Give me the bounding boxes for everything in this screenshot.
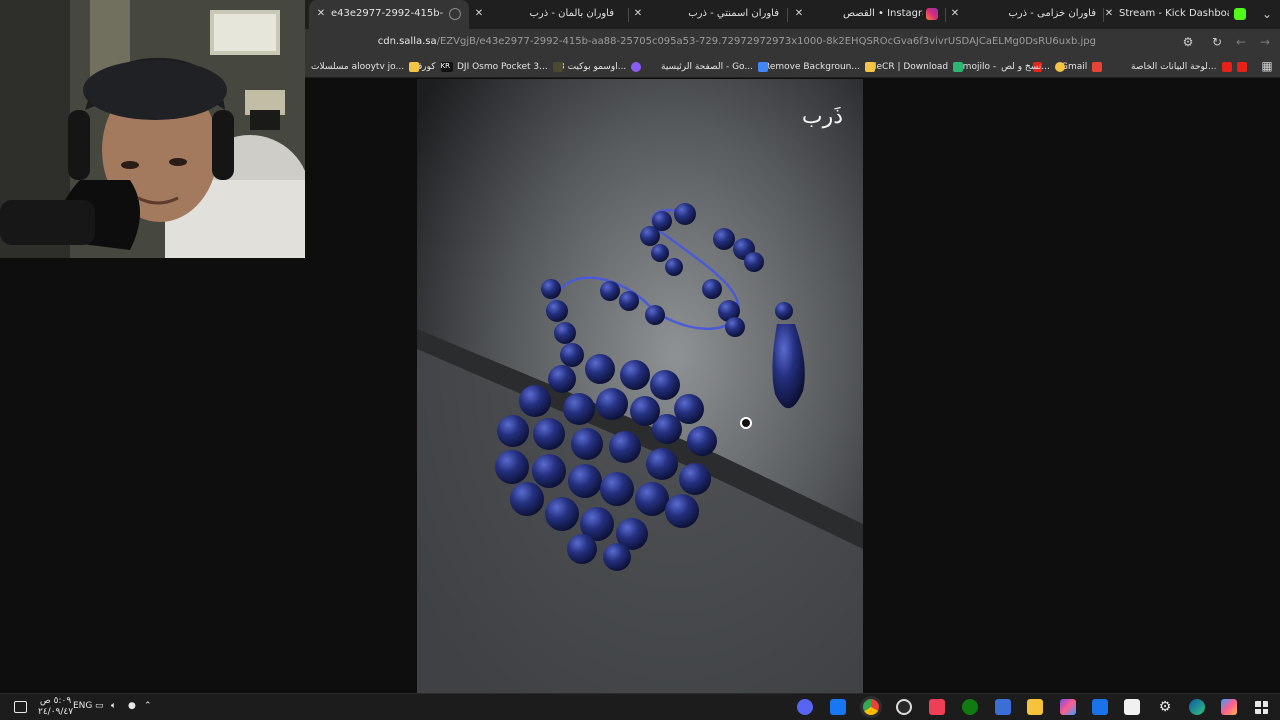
tab-image-active[interactable]: ✕ e43e2977-2992-415b-aa88-25705c095a53-7…: [309, 0, 469, 29]
instagram-icon: [926, 8, 938, 20]
bookmark-gmail[interactable]: Gmail: [1061, 60, 1103, 73]
address-bar[interactable]: cdn.salla.sa/EZVgjB/e43e2977-2992-415b-a…: [305, 29, 1202, 55]
bookmark-dashboard[interactable]: لوحة البيانات الخاصة...: [1131, 60, 1232, 73]
apps-grid-icon[interactable]: ▦: [1259, 58, 1275, 74]
zoom-in-cursor-icon: [740, 417, 752, 429]
tab-title: Stream - Kick Dashboard: [1119, 8, 1229, 19]
tab-balman[interactable]: ✕ فاوران بالمان - ذرب: [469, 0, 627, 29]
bookmark-emojilo[interactable]: Emojilo - نسخ و لص...: [957, 60, 1065, 73]
chevron-up-icon[interactable]: ⌃: [144, 701, 152, 711]
bookmark-label: FileCR | Download: [867, 61, 949, 72]
settings-icon[interactable]: ⚙: [1157, 699, 1173, 715]
tab-kick[interactable]: ✕ Stream - Kick Dashboard: [1103, 0, 1248, 29]
bookmark-removebg[interactable]: Remove Backgroun...: [764, 60, 875, 73]
pocket-icon[interactable]: [929, 699, 945, 715]
clock[interactable]: ٥:٠٩ ص ٢٤/٠٩/٤٧: [38, 696, 73, 718]
copilot-icon[interactable]: [1221, 699, 1237, 715]
toolbar: cdn.salla.sa/EZVgjB/e43e2977-2992-415b-a…: [305, 29, 1280, 55]
kr-icon: KR: [440, 61, 453, 72]
removebg-icon: [864, 61, 875, 72]
reload-icon[interactable]: ↻: [1209, 34, 1225, 50]
tab-title: فاوران خزامى - ذرب: [1008, 8, 1096, 19]
bookmark-label: Gmail: [1061, 61, 1088, 72]
close-icon[interactable]: ✕: [632, 7, 644, 21]
volume-icon[interactable]: 🔈︎: [111, 701, 116, 711]
loading-icon: [449, 8, 461, 20]
webcam-overlay: [0, 0, 305, 258]
screen: ✕ e43e2977-2992-415b-aa88-25705c095a53-7…: [0, 0, 1280, 720]
close-icon[interactable]: ✕: [315, 7, 327, 21]
time-text: ٥:٠٩ ص: [39, 696, 72, 706]
bookmark-label: DJI Osmo Pocket 3...: [457, 61, 548, 72]
bookmark-label: نسخ و لص...: [1001, 61, 1050, 72]
bookmark-label: لوحة البيانات الخاصة...: [1131, 61, 1217, 72]
microphone-icon[interactable]: ●: [128, 701, 136, 711]
forward-icon[interactable]: →: [1257, 34, 1273, 50]
obs-icon[interactable]: [896, 699, 912, 715]
taskbar: ٥:٠٩ ص ٢٤/٠٩/٤٧ ENG ▭ 🔈︎ ● ⌃ ⚙: [0, 693, 1280, 720]
facebook-icon[interactable]: [830, 699, 846, 715]
url-text[interactable]: cdn.salla.sa/EZVgjB/e43e2977-2992-415b-a…: [378, 36, 1096, 47]
mail-icon[interactable]: [1092, 699, 1108, 715]
close-icon[interactable]: ✕: [473, 7, 485, 21]
filecr-icon: [953, 61, 964, 72]
image-viewer[interactable]: ذَرب: [417, 79, 863, 693]
tab-asmanti[interactable]: ✕ فاوران اسمنتي - ذرب: [628, 0, 786, 29]
bookmark-filecr[interactable]: FileCR | Download: [867, 60, 964, 73]
alooy-icon: [409, 61, 420, 72]
url-host: cdn.salla.sa: [377, 36, 437, 47]
product-image[interactable]: ذَرب: [417, 79, 863, 693]
drive-icon: [757, 61, 768, 72]
edge-app-icon[interactable]: [995, 699, 1011, 715]
network-icon[interactable]: ▭: [95, 701, 104, 711]
discord-icon[interactable]: [797, 699, 813, 715]
start-icon[interactable]: [1255, 701, 1268, 714]
dji-icon: [631, 61, 642, 72]
tab-title: فاوران اسمنتي - ذرب: [688, 8, 779, 19]
language-indicator[interactable]: ENG: [73, 701, 92, 711]
bookmark-youtube[interactable]: [1237, 60, 1247, 73]
bookmark-osmo-en[interactable]: DJI Osmo Pocket 3...: [457, 60, 563, 73]
bookmark-label: Remove Backgroun...: [764, 61, 860, 72]
bookmark-label: مسلسلات alooytv jo...: [311, 61, 405, 72]
tab-search-icon[interactable]: ⌄: [1259, 6, 1275, 22]
url-path: /EZVgjB/e43e2977-2992-415b-aa88-25705c09…: [436, 36, 1096, 47]
bookmark-drive[interactable]: الصفحة الرئيسية - Go...: [661, 60, 768, 73]
tab-instagram[interactable]: ✕ القصص • Instagram: [787, 0, 945, 29]
tab-title: e43e2977-2992-415b-aa88-25705c095a53-729…: [331, 8, 443, 19]
youtube-icon: [1221, 61, 1232, 72]
xbox-icon[interactable]: [962, 699, 978, 715]
close-icon[interactable]: ✕: [793, 7, 805, 21]
office-icon[interactable]: [1060, 699, 1076, 715]
bookmark-alooytv[interactable]: مسلسلات alooytv jo...: [311, 60, 420, 73]
tab-strip: ✕ e43e2977-2992-415b-aa88-25705c095a53-7…: [305, 0, 1280, 29]
dji-icon: [552, 61, 563, 72]
notifications-icon[interactable]: [14, 701, 27, 713]
back-icon[interactable]: ←: [1233, 34, 1249, 50]
close-icon[interactable]: ✕: [949, 7, 961, 21]
tab-khuzama[interactable]: ✕ فاوران خزامى - ذرب: [945, 0, 1103, 29]
bookmark-label: الصفحة الرئيسية - Go...: [661, 61, 753, 72]
brand-logo: ذَرب: [802, 104, 843, 129]
site-settings-icon[interactable]: ⚙: [1180, 34, 1196, 50]
file-explorer-icon[interactable]: [1027, 699, 1043, 715]
chrome-icon[interactable]: [863, 699, 879, 715]
bookmarks-bar: ▦ لوحة البيانات الخاصة... Gmail Emojilo …: [305, 55, 1280, 78]
tab-title: فاوران بالمان - ذرب: [529, 8, 615, 19]
youtube-icon: [1237, 61, 1247, 72]
kick-icon: [1234, 8, 1246, 20]
emoji-icon: [1054, 61, 1065, 72]
gmail-icon: [1092, 61, 1103, 72]
bookmark-osmo-ar[interactable]: اوسمو بوكيت 3...: [559, 60, 642, 73]
tab-title: القصص • Instagram: [843, 8, 923, 19]
close-icon[interactable]: ✕: [1103, 7, 1115, 21]
bookmark-label: اوسمو بوكيت 3...: [559, 61, 627, 72]
edge-icon[interactable]: [1189, 699, 1205, 715]
store-icon[interactable]: [1124, 699, 1140, 715]
webcam-feed: [0, 0, 305, 258]
date-text: ٢٤/٠٩/٤٧: [38, 707, 74, 717]
